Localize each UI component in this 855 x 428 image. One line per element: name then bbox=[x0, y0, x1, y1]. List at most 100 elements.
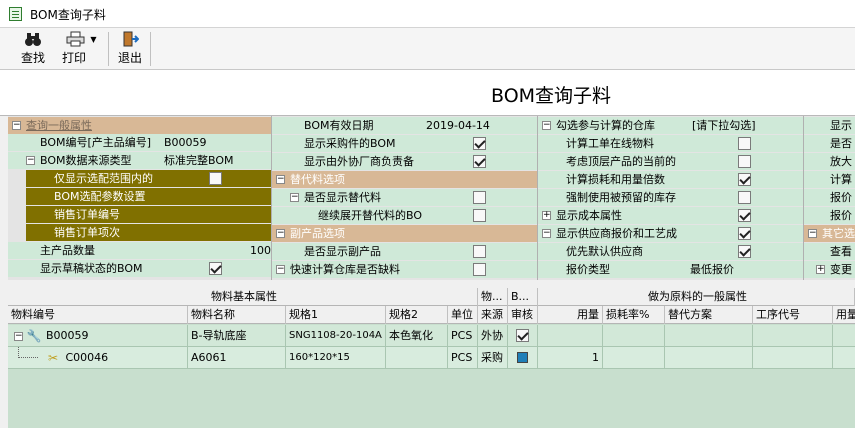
section-other-header[interactable]: − 其它选项 bbox=[804, 225, 855, 242]
show-sub-checkbox[interactable] bbox=[473, 191, 486, 204]
section-byproduct-label: 副产品选项 bbox=[290, 227, 345, 240]
bom-no-value[interactable]: B00059 bbox=[164, 134, 207, 151]
quick-calc-checkbox[interactable] bbox=[473, 263, 486, 276]
col-header-spec1[interactable]: 规格1 bbox=[286, 306, 386, 324]
blue-box-icon[interactable] bbox=[517, 352, 528, 363]
section-general-header[interactable]: − 查询一般属性 bbox=[8, 117, 271, 134]
section-byproduct-header[interactable]: − 副产品选项 bbox=[272, 225, 537, 242]
other-option-label: 报价 bbox=[830, 191, 852, 204]
cell-source: 外协 bbox=[478, 325, 508, 347]
cell-code-text: C00046 bbox=[65, 351, 109, 364]
grid-column-header: 物料编号 物料名称 规格1 规格2 单位 来源 审核 用量 损耗率% 替代方案 … bbox=[8, 306, 855, 324]
force-reserved-checkbox[interactable] bbox=[738, 191, 751, 204]
main-qty-value[interactable]: 100 bbox=[250, 242, 271, 259]
options-column-date: BOM有效日期 2019-04-14 显示采购件的BOM 显示由外协厂商负责备 … bbox=[272, 116, 538, 280]
prefer-default-supplier-checkbox[interactable] bbox=[738, 245, 751, 258]
collapse-icon[interactable]: − bbox=[26, 156, 35, 165]
effective-date-value[interactable]: 2019-04-14 bbox=[426, 117, 490, 134]
bom-no-row: BOM编号[产主品编号] B00059 bbox=[8, 134, 271, 151]
sales-order-no-label: 销售订单编号 bbox=[54, 208, 120, 221]
col-header-unit[interactable]: 单位 bbox=[448, 306, 478, 324]
cell-code: − 🔧 B00059 bbox=[8, 325, 188, 347]
collapse-icon[interactable]: − bbox=[808, 229, 817, 238]
col-header-qty[interactable]: 用量 bbox=[538, 306, 603, 324]
cell-sub-plan bbox=[665, 325, 753, 347]
match-params-label: BOM选配参数设置 bbox=[54, 190, 146, 203]
view-label: 查看 bbox=[830, 245, 852, 258]
table-row[interactable]: − 🔧 B00059 B-导轨底座 SNG1108-20-104A 本色氧化 P… bbox=[8, 325, 855, 347]
collapse-icon[interactable]: − bbox=[14, 331, 23, 341]
show-outsourced-label: 显示由外协厂商负责备 bbox=[304, 155, 414, 168]
group-basic: 物料基本属性 bbox=[8, 288, 478, 306]
calc-loss-checkbox[interactable] bbox=[738, 173, 751, 186]
collapse-icon[interactable]: − bbox=[276, 265, 285, 274]
cell-spec1: SNG1108-20-104A bbox=[286, 325, 386, 347]
collapse-icon[interactable]: − bbox=[542, 121, 551, 130]
results-grid: 物料基本属性 物... B... 做为原料的一般属性 物料编号 物料名称 规格1… bbox=[8, 288, 855, 428]
show-byproduct-row: 是否显示副产品 bbox=[272, 243, 537, 260]
col-header-audit[interactable]: 审核 bbox=[508, 306, 538, 324]
show-purchased-label: 显示采购件的BOM bbox=[304, 137, 396, 150]
section-sub-header[interactable]: − 替代料选项 bbox=[272, 171, 537, 188]
col-header-source[interactable]: 来源 bbox=[478, 306, 508, 324]
col-header-qty2[interactable]: 用量 bbox=[833, 306, 855, 324]
col-header-sub-plan[interactable]: 替代方案 bbox=[665, 306, 753, 324]
toolbar-separator bbox=[150, 32, 151, 66]
find-button[interactable]: 查找 bbox=[16, 31, 50, 67]
collapse-icon[interactable]: − bbox=[276, 175, 285, 184]
source-type-value[interactable]: 标准完整BOM bbox=[164, 152, 234, 169]
binoculars-icon bbox=[16, 31, 50, 49]
collapse-icon[interactable]: − bbox=[12, 121, 21, 130]
show-byproduct-checkbox[interactable] bbox=[473, 245, 486, 258]
show-supplier-quote-checkbox[interactable] bbox=[738, 227, 751, 240]
col-header-spec2[interactable]: 规格2 bbox=[386, 306, 448, 324]
cell-source: 采购 bbox=[478, 347, 508, 369]
calc-online-row: 计算工单在线物料 bbox=[538, 135, 803, 152]
col-header-process-code[interactable]: 工序代号 bbox=[753, 306, 833, 324]
match-params-row[interactable]: BOM选配参数设置 bbox=[26, 188, 271, 205]
toolbar: 查找 ▼ 打印 退出 bbox=[0, 28, 855, 70]
cell-spec2 bbox=[386, 347, 448, 369]
table-row[interactable]: ✂ C00046 A6061 160*120*15 PCS 采购 1 bbox=[8, 347, 855, 369]
show-purchased-checkbox[interactable] bbox=[473, 137, 486, 150]
print-button[interactable]: ▼ 打印 bbox=[58, 31, 104, 67]
other-option-row: 放大 bbox=[804, 153, 855, 170]
show-cost-checkbox[interactable] bbox=[738, 209, 751, 222]
expand-sub-checkbox[interactable] bbox=[473, 209, 486, 222]
consider-top-checkbox[interactable] bbox=[738, 155, 751, 168]
other-option-label: 报价 bbox=[830, 209, 852, 222]
cell-unit: PCS bbox=[448, 347, 478, 369]
show-outsourced-checkbox[interactable] bbox=[473, 155, 486, 168]
exit-label: 退出 bbox=[117, 51, 142, 65]
quote-type-value[interactable]: 最低报价 bbox=[690, 261, 734, 278]
exit-button[interactable]: 退出 bbox=[114, 31, 146, 67]
show-draft-checkbox[interactable] bbox=[209, 262, 222, 275]
chevron-down-icon[interactable]: ▼ bbox=[90, 35, 96, 44]
sales-order-no-row[interactable]: 销售订单编号 bbox=[26, 206, 271, 223]
sales-order-item-row[interactable]: 销售订单项次 bbox=[26, 224, 271, 241]
group-mid2: B... bbox=[508, 288, 538, 306]
cell-qty2 bbox=[833, 347, 855, 369]
expand-icon[interactable]: + bbox=[816, 265, 825, 274]
calc-online-checkbox[interactable] bbox=[738, 137, 751, 150]
expand-icon[interactable]: + bbox=[542, 211, 551, 220]
effective-date-row: BOM有效日期 2019-04-14 bbox=[272, 117, 537, 134]
col-header-loss-rate[interactable]: 损耗率% bbox=[603, 306, 665, 324]
warehouses-value[interactable]: [请下拉勾选] bbox=[692, 117, 756, 134]
cell-sub-plan bbox=[665, 347, 753, 369]
effective-date-label: BOM有效日期 bbox=[304, 119, 374, 132]
audit-checkbox[interactable] bbox=[516, 329, 529, 342]
toolbar-separator bbox=[108, 32, 109, 66]
other-option-row: 是否 bbox=[804, 135, 855, 152]
collapse-icon[interactable]: − bbox=[276, 229, 285, 238]
cell-audit bbox=[508, 325, 538, 347]
show-sub-label: 是否显示替代料 bbox=[304, 191, 381, 204]
show-only-match-checkbox[interactable] bbox=[209, 172, 222, 185]
collapse-icon[interactable]: − bbox=[290, 193, 299, 202]
col-header-name[interactable]: 物料名称 bbox=[188, 306, 286, 324]
collapse-icon[interactable]: − bbox=[542, 229, 551, 238]
group-general: 做为原料的一般属性 bbox=[538, 288, 855, 306]
cell-qty2 bbox=[833, 325, 855, 347]
col-header-code[interactable]: 物料编号 bbox=[8, 306, 188, 324]
options-column-other: 显示 是否 放大 计算 报价 报价 − 其它选项 查看 + 变更 bbox=[804, 116, 855, 280]
